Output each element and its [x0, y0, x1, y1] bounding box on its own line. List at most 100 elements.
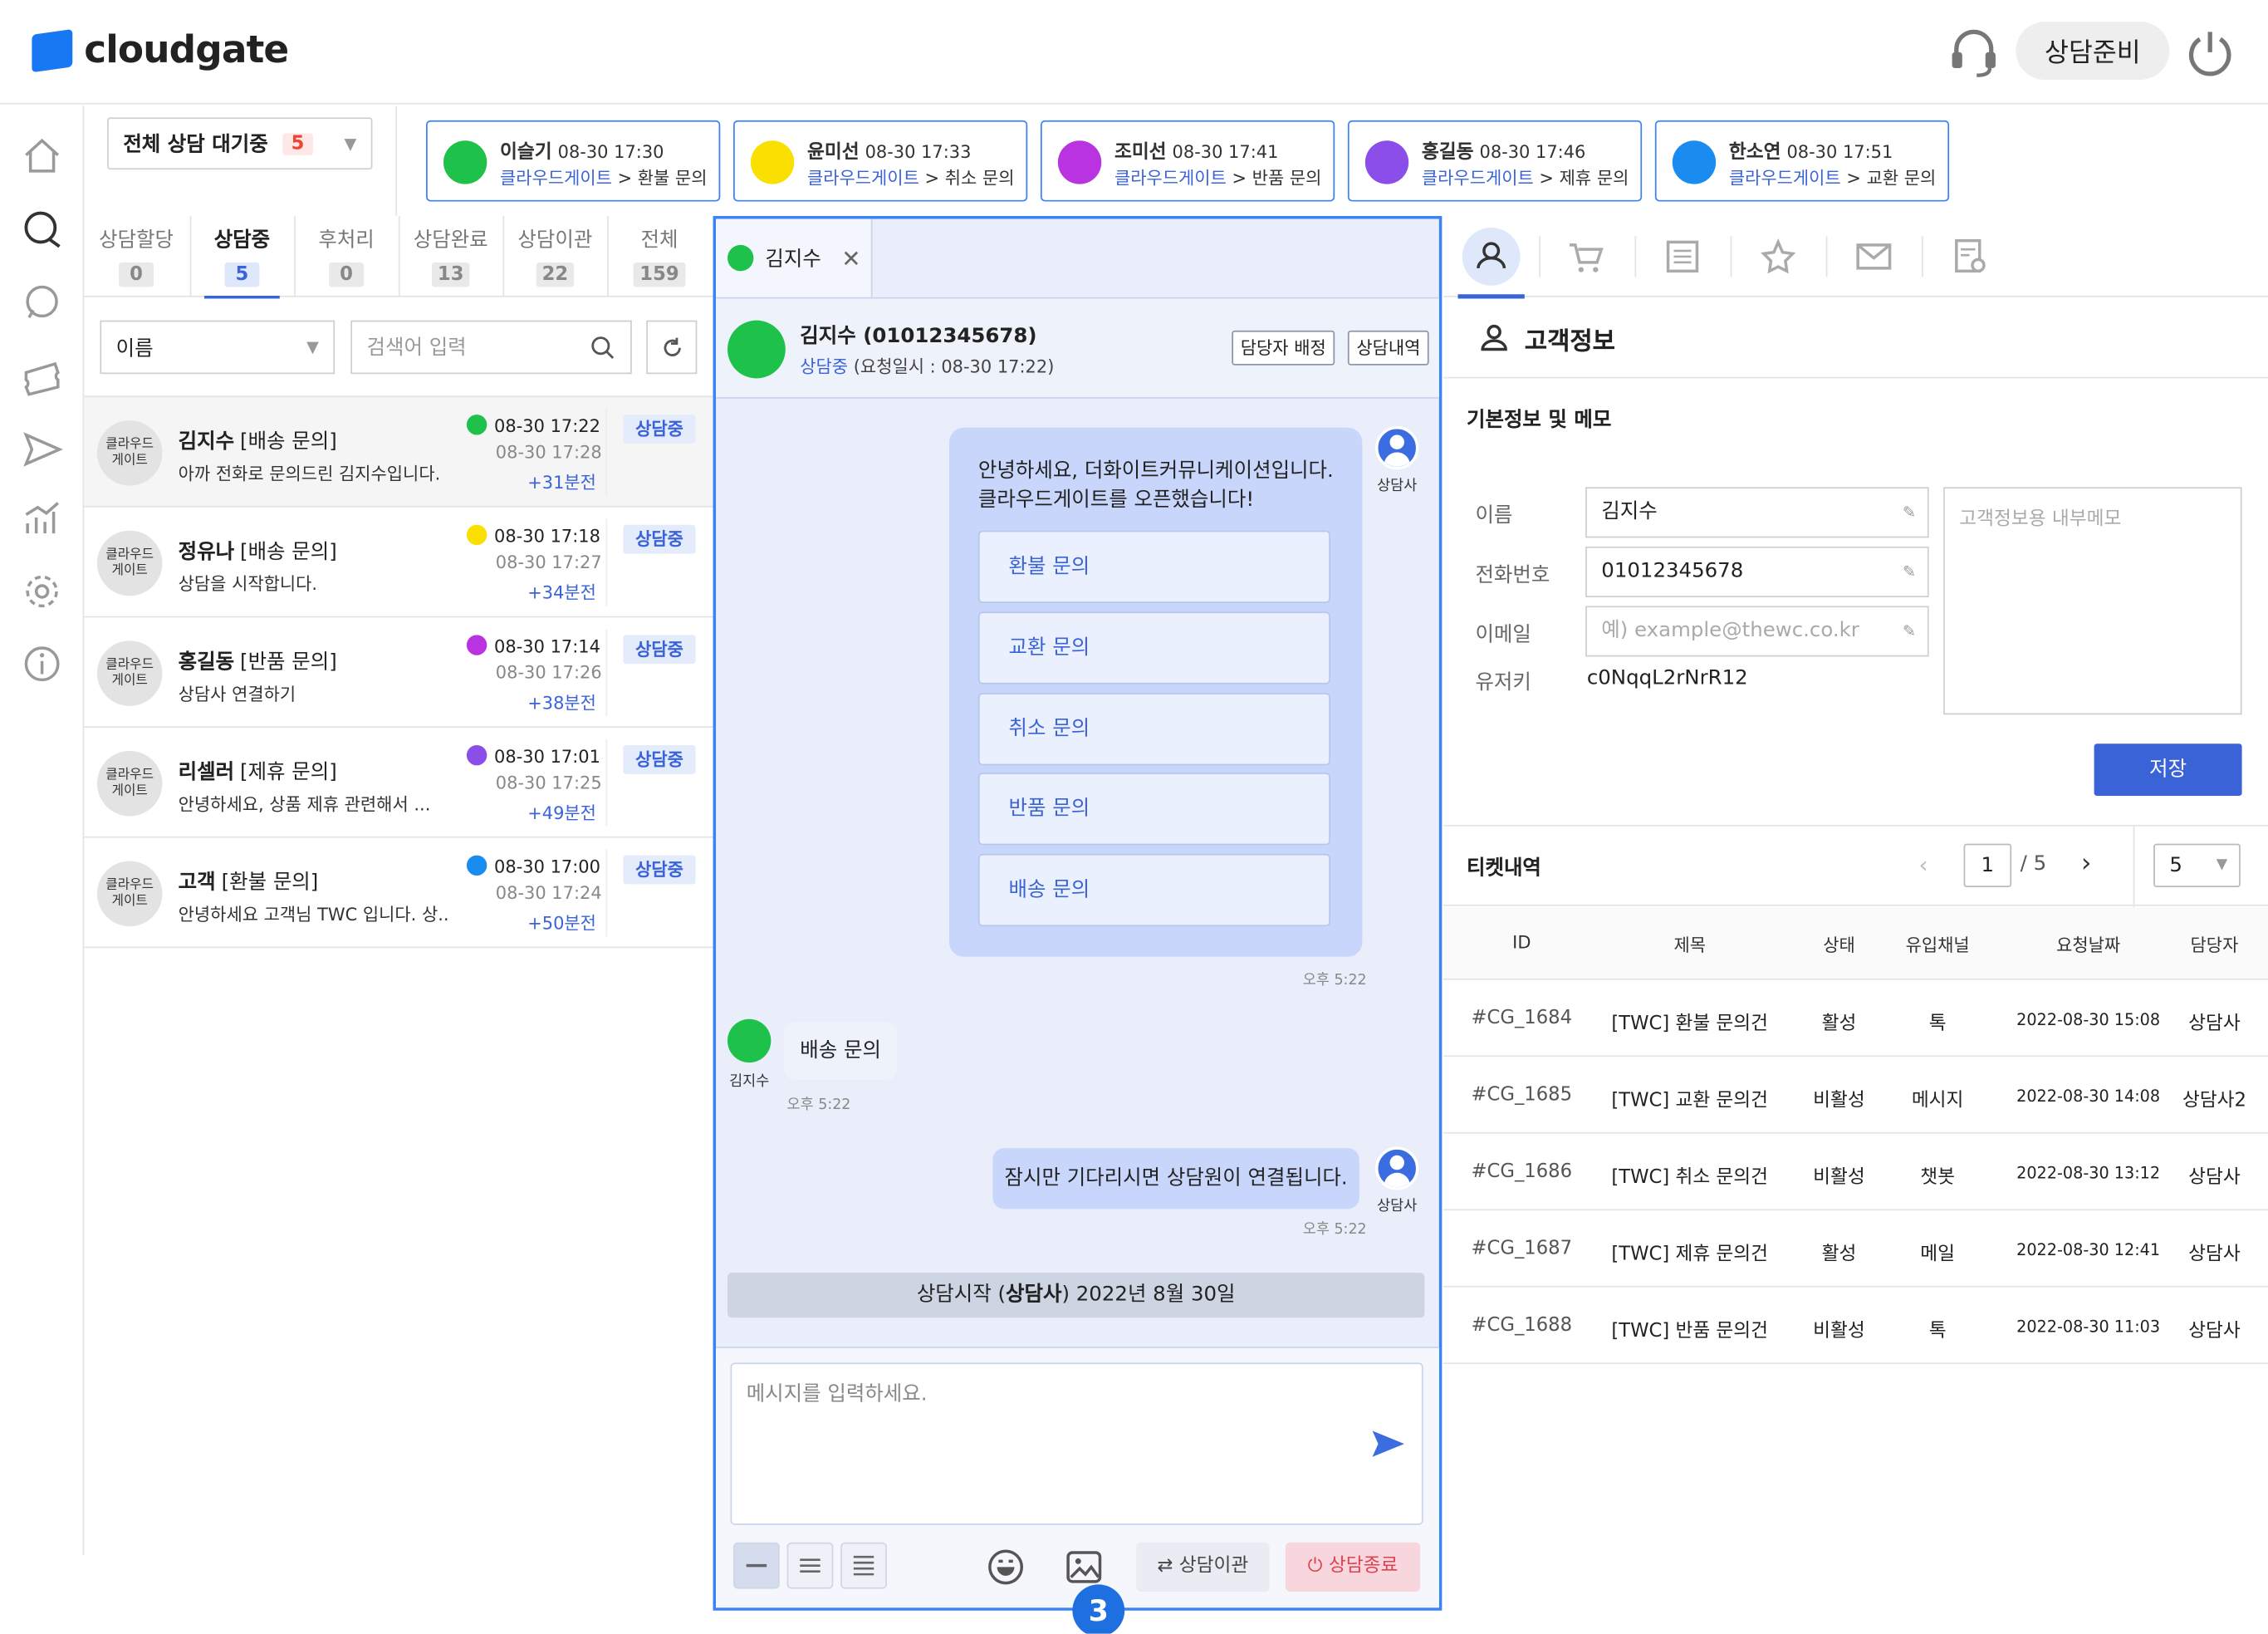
tab-post-process[interactable]: 후처리 0 — [294, 216, 399, 297]
filter-field-select[interactable]: 이름 ▼ — [100, 320, 336, 375]
queue-card[interactable]: 한소연 08-30 17:51 클라우드게이트 > 교환 문의 — [1654, 120, 1950, 202]
history-button[interactable]: 상담내역 — [1347, 330, 1429, 366]
emoji-icon[interactable] — [986, 1547, 1026, 1587]
session-list: 클라우드 게이트 김지수 [배송 문의] 아까 전화로 문의드린 김지수입니다. 0… — [84, 395, 713, 946]
queue-card-source: 클라우드게이트 > 반품 문의 — [1114, 168, 1322, 189]
divider — [605, 629, 608, 717]
refresh-button[interactable] — [646, 320, 698, 375]
tab-search-records[interactable] — [1922, 216, 2017, 297]
transfer-button[interactable]: ⇄ 상담이관 — [1136, 1542, 1270, 1592]
session-elapsed: +34분전 — [527, 582, 596, 603]
image-icon[interactable] — [1064, 1547, 1105, 1587]
session-preview: 아까 전화로 문의드린 김지수입니다. — [178, 464, 441, 484]
kakao-talk-icon — [466, 524, 487, 546]
queue-count-badge: 5 — [282, 132, 313, 155]
memo-field[interactable]: 고객정보용 내부메모 — [1943, 487, 2242, 715]
tab-assigned[interactable]: 상담할당 0 — [84, 216, 189, 297]
section-header: 고객정보 — [1443, 298, 2268, 379]
chat-customer-name: 김지수 (01012345678) — [800, 324, 1037, 348]
session-name: 고객 — [178, 871, 216, 895]
table-row[interactable]: #CG_1684 [TWC] 환불 문의건 활성 톡 2022-08-30 15:08 상… — [1443, 980, 2268, 1057]
session-start-time: 08-30 17:22 — [494, 415, 600, 437]
ticket-icon[interactable] — [20, 356, 63, 399]
tab-all[interactable]: 전체 159 — [607, 216, 712, 297]
column-header: 담당자 — [2190, 935, 2239, 955]
agent-icon — [1375, 426, 1419, 470]
headset-icon[interactable] — [1947, 26, 2001, 78]
session-item[interactable]: 클라우드 게이트 정유나 [배송 문의] 상담을 시작합니다. 08-30 17:1… — [84, 506, 713, 616]
page-size-select[interactable]: 5 ▼ — [2153, 843, 2241, 887]
search-icon[interactable] — [590, 334, 615, 360]
table-row[interactable]: #CG_1687 [TWC] 제휴 문의건 활성 메일 2022-08-30 12:41… — [1443, 1210, 2268, 1288]
power-icon[interactable] — [2184, 26, 2236, 78]
mail-icon — [1364, 140, 1409, 184]
close-icon[interactable]: ✕ — [841, 244, 860, 272]
customer-message: 배송 문의 — [784, 1022, 898, 1081]
session-item[interactable]: 클라우드 게이트 고객 [환불 문의] 안녕하세요 고객님 TWC 입니다. 상..… — [84, 836, 713, 947]
quick-reply-button[interactable]: 환불 문의 — [977, 530, 1330, 603]
tab-favorites[interactable] — [1731, 216, 1826, 297]
agent-avatar: 상담사 — [1374, 1146, 1420, 1214]
assign-agent-button[interactable]: 담당자 배정 — [1232, 330, 1335, 366]
quick-reply-button[interactable]: 배송 문의 — [977, 853, 1330, 927]
chevron-right-icon[interactable]: › — [2081, 848, 2092, 879]
queue-card[interactable]: 조미선 08-30 17:41 클라우드게이트 > 반품 문의 — [1040, 120, 1335, 202]
search-input[interactable] — [366, 335, 585, 359]
text-size-small-button[interactable] — [732, 1542, 780, 1589]
session-item[interactable]: 클라우드 게이트 홍길동 [반품 문의] 상담사 연결하기 08-30 17:14 … — [84, 616, 713, 727]
session-item[interactable]: 클라우드 게이트 리셀러 [제휴 문의] 안녕하세요, 상품 제휴 관련해서 ...… — [84, 726, 713, 837]
stats-icon[interactable] — [20, 498, 63, 541]
tab-in-progress[interactable]: 상담중 5 — [190, 216, 295, 299]
table-row[interactable]: #CG_1688 [TWC] 반품 문의건 비활성 톡 2022-08-30 11:03… — [1443, 1288, 2268, 1365]
quick-reply-button[interactable]: 반품 문의 — [977, 773, 1330, 846]
text-size-medium-button[interactable] — [786, 1542, 834, 1589]
gear-icon[interactable] — [20, 570, 63, 613]
status-toggle-button[interactable]: 상담준비 — [2016, 22, 2170, 80]
session-preview: 안녕하세요, 상품 제휴 관련해서 ... — [178, 794, 431, 815]
tab-mail[interactable] — [1826, 216, 1922, 297]
chevron-down-icon: ▼ — [344, 134, 357, 154]
message-input[interactable] — [732, 1364, 1422, 1524]
quick-reply-button[interactable]: 교환 문의 — [977, 611, 1330, 685]
tab-cart[interactable] — [1539, 216, 1634, 297]
end-chat-button[interactable]: ⏻ 상담종료 — [1285, 1542, 1421, 1592]
kakao-talk-icon — [750, 140, 795, 184]
quick-reply-button[interactable]: 취소 문의 — [977, 693, 1330, 766]
tab-orders[interactable] — [1634, 216, 1730, 297]
name-field[interactable]: 김지수 ✎ — [1585, 487, 1929, 538]
send-icon[interactable] — [1369, 1428, 1407, 1460]
chevron-left-icon[interactable]: ‹ — [1918, 851, 1928, 878]
queue-card[interactable]: 윤미선 08-30 17:33 클라우드게이트 > 취소 문의 — [732, 120, 1028, 202]
phone-field[interactable]: 01012345678 ✎ — [1585, 546, 1929, 597]
user-icon — [1462, 227, 1521, 286]
table-row[interactable]: #CG_1686 [TWC] 취소 문의건 비활성 챗봇 2022-08-30 13:1… — [1443, 1134, 2268, 1211]
brand-logo[interactable]: cloudgate — [32, 29, 289, 72]
mail-icon — [1856, 243, 1892, 270]
session-item[interactable]: 클라우드 게이트 김지수 [배송 문의] 아까 전화로 문의드린 김지수입니다. 0… — [84, 395, 713, 507]
queue-card[interactable]: 이슬기 08-30 17:30 클라우드게이트 > 환불 문의 — [426, 120, 721, 202]
chatbot-icon — [1057, 140, 1102, 184]
table-row[interactable]: #CG_1685 [TWC] 교환 문의건 비활성 메시지 2022-08-30 14:… — [1443, 1057, 2268, 1134]
tab-transferred[interactable]: 상담이관 22 — [503, 216, 608, 297]
chat-tab[interactable]: 김지수 ✕ — [716, 218, 873, 297]
save-button[interactable]: 저장 — [2094, 743, 2242, 797]
info-icon[interactable] — [20, 642, 63, 685]
refresh-icon — [663, 336, 680, 356]
page-input[interactable]: 1 — [1963, 843, 2012, 887]
queue-card[interactable]: 홍길동 08-30 17:46 클라우드게이트 > 제휴 문의 — [1347, 120, 1643, 202]
divider — [84, 946, 713, 949]
home-icon[interactable] — [20, 135, 63, 178]
send-icon[interactable] — [20, 428, 63, 471]
email-field[interactable]: 예) example@thewc.co.kr ✎ — [1585, 606, 1929, 657]
queue-card-name: 조미선 08-30 17:41 — [1114, 142, 1279, 164]
naver-talk-icon — [727, 320, 786, 379]
session-preview: 상담사 연결하기 — [178, 684, 296, 705]
tab-customer[interactable] — [1443, 216, 1539, 299]
chat-icon[interactable] — [20, 208, 63, 251]
lines-medium-icon — [800, 1558, 820, 1573]
text-size-large-button[interactable] — [840, 1542, 887, 1589]
whatsapp-icon[interactable] — [20, 280, 63, 323]
queue-select[interactable]: 전체 상담 대기중 5 ▼ — [107, 117, 373, 170]
tab-completed[interactable]: 상담완료 13 — [399, 216, 503, 297]
divider — [605, 409, 608, 496]
